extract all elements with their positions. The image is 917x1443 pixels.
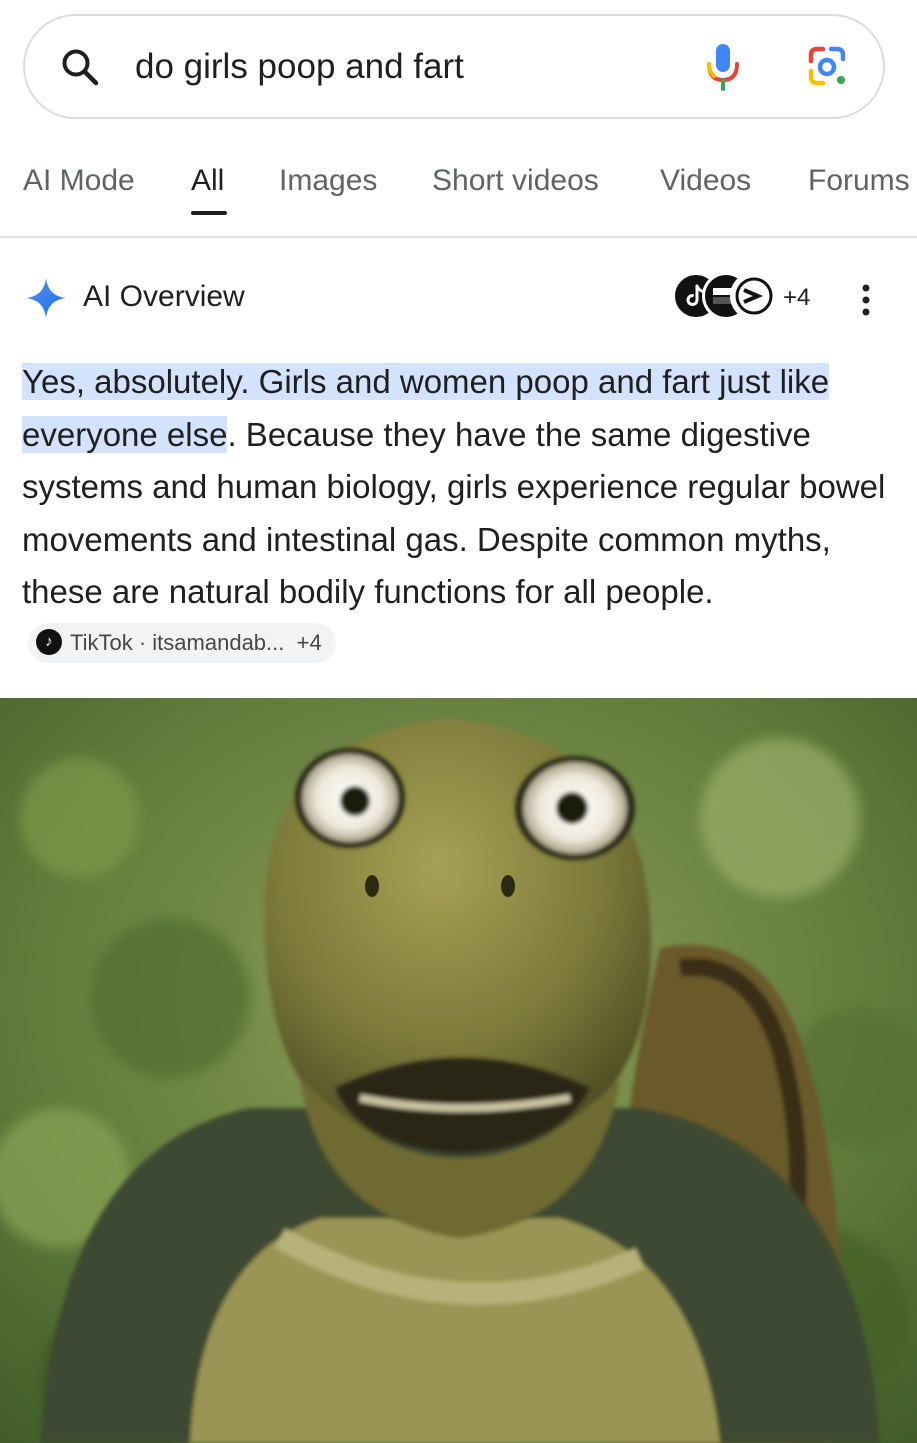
- turtle-meme-image: [0, 698, 917, 1443]
- citation-label: TikTok · itsamandab...: [70, 629, 285, 655]
- citation-extra: +4: [296, 629, 322, 655]
- tab-videos[interactable]: Videos: [660, 164, 751, 198]
- source-avatar-3: [730, 272, 778, 320]
- search-icon[interactable]: [59, 46, 101, 88]
- tab-images[interactable]: Images: [279, 164, 377, 198]
- ai-overview-title: AI Overview: [83, 280, 245, 313]
- tab-forums[interactable]: Forums: [808, 164, 910, 198]
- ai-sparkle-icon: [26, 278, 66, 318]
- more-vert-icon[interactable]: [852, 280, 880, 320]
- mic-icon[interactable]: [705, 42, 741, 92]
- tab-all[interactable]: All: [191, 164, 224, 198]
- search-tabs: AI Mode All Images Short videos Videos F…: [0, 150, 917, 238]
- tab-ai-mode[interactable]: AI Mode: [23, 164, 135, 198]
- search-input[interactable]: [135, 44, 675, 90]
- active-tab-indicator: [191, 211, 227, 215]
- search-bar[interactable]: [23, 14, 885, 119]
- ai-overview-text: Yes, absolutely. Girls and women poop an…: [22, 356, 892, 671]
- source-avatars[interactable]: [672, 272, 782, 324]
- tiktok-icon: ♪: [36, 628, 62, 655]
- ai-overview-header: AI Overview +4: [0, 262, 917, 334]
- citation-chip[interactable]: ♪ TikTok · itsamandab... +4: [28, 622, 336, 663]
- google-lens-icon[interactable]: [805, 45, 849, 89]
- source-count[interactable]: +4: [783, 284, 810, 312]
- tab-short-videos[interactable]: Short videos: [432, 164, 599, 198]
